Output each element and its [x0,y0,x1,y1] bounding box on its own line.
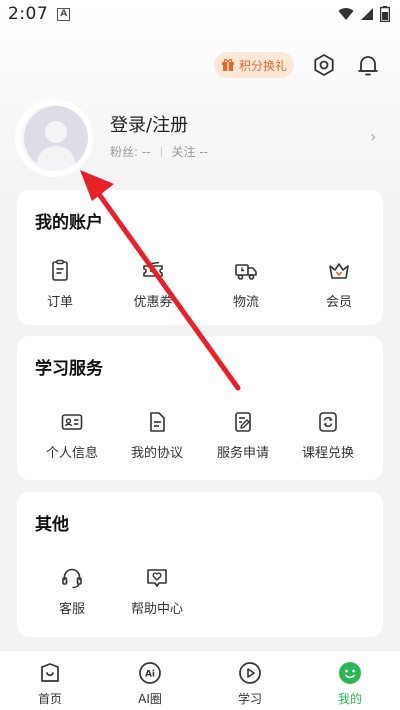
avatar[interactable] [24,106,88,170]
personal-info-button[interactable]: 个人信息 [32,410,112,461]
help-center-button[interactable]: 帮助中心 [117,566,197,617]
customer-service-label: 客服 [58,602,85,617]
default-user-icon [36,121,76,170]
logistics-label: 物流 [232,295,259,310]
nav-mine[interactable]: 我的 [320,661,380,707]
play-icon [239,662,261,684]
id-card-icon [61,414,83,430]
points-exchange-label: 积分换礼 [238,58,287,73]
clipboard-icon [52,259,68,281]
status-indicators [338,6,390,22]
other-card-title: 其他 [35,515,69,535]
gift-icon [221,58,234,71]
truck-icon [235,264,257,280]
notification-icon: A [57,7,71,21]
chevron-right-icon[interactable]: › [370,127,376,146]
bottom-nav: 首页 Ai AI圈 学习 我的 [0,650,400,710]
crown-icon [329,263,349,279]
signal-icon [361,8,373,20]
status-bar: 2:07 A [0,0,400,28]
help-heart-icon [147,569,167,587]
personal-info-label: 个人信息 [45,446,98,461]
nav-home-label: 首页 [37,692,62,706]
membership-button[interactable]: 会员 [299,259,379,310]
course-redeem-label: 课程兑换 [301,446,354,461]
logistics-button[interactable]: 物流 [206,259,286,310]
wifi-icon [338,8,354,20]
svg-text:Ai: Ai [145,670,155,680]
followers-count: 粉丝: -- [110,145,151,159]
nav-study-label: 学习 [237,692,262,706]
login-register-link[interactable]: 登录/注册 [110,111,188,137]
profile-stats: 粉丝: -- 关注 -- [110,143,208,160]
edit-document-icon [235,412,251,432]
customer-service-button[interactable]: 客服 [32,566,112,617]
study-services-title: 学习服务 [35,359,103,379]
service-request-label: 服务申请 [216,446,269,461]
coupons-label: 优惠券 [133,295,173,310]
my-agreements-label: 我的协议 [130,446,183,461]
home-icon [41,663,59,682]
battery-icon [380,6,390,22]
nav-home[interactable]: 首页 [20,661,80,707]
help-center-label: 帮助中心 [130,602,183,617]
nav-ai-circle-label: AI圈 [138,692,162,706]
study-services-card: 学习服务 个人信息 我的协议 服务申请 课程兑换 [17,336,383,480]
bell-icon[interactable] [355,52,381,78]
course-redeem-button[interactable]: 课程兑换 [288,410,368,461]
coupons-button[interactable]: 优惠券 [113,259,193,310]
account-card: 我的账户 订单 优惠券 物流 会员 [17,190,383,325]
membership-label: 会员 [325,295,352,310]
document-icon [150,412,165,432]
status-time: 2:07 [8,4,49,24]
nav-study[interactable]: 学习 [220,661,280,707]
ai-circle-icon: Ai [139,662,161,684]
exchange-icon [319,412,337,432]
service-request-button[interactable]: 服务申请 [203,410,283,461]
account-card-title: 我的账户 [35,213,103,233]
stats-divider [160,146,162,157]
following-count: 关注 -- [171,145,209,159]
settings-icon[interactable] [311,52,337,78]
other-card: 其他 客服 帮助中心 [17,492,383,637]
orders-label: 订单 [46,295,73,310]
orders-button[interactable]: 订单 [20,259,100,310]
nav-mine-label: 我的 [337,692,362,706]
points-exchange-button[interactable]: 积分换礼 [214,52,294,78]
headset-icon [62,568,82,589]
smiley-icon [339,662,361,684]
my-agreements-button[interactable]: 我的协议 [117,410,197,461]
nav-ai-circle[interactable]: Ai AI圈 [120,661,180,707]
coupon-icon [143,261,163,277]
